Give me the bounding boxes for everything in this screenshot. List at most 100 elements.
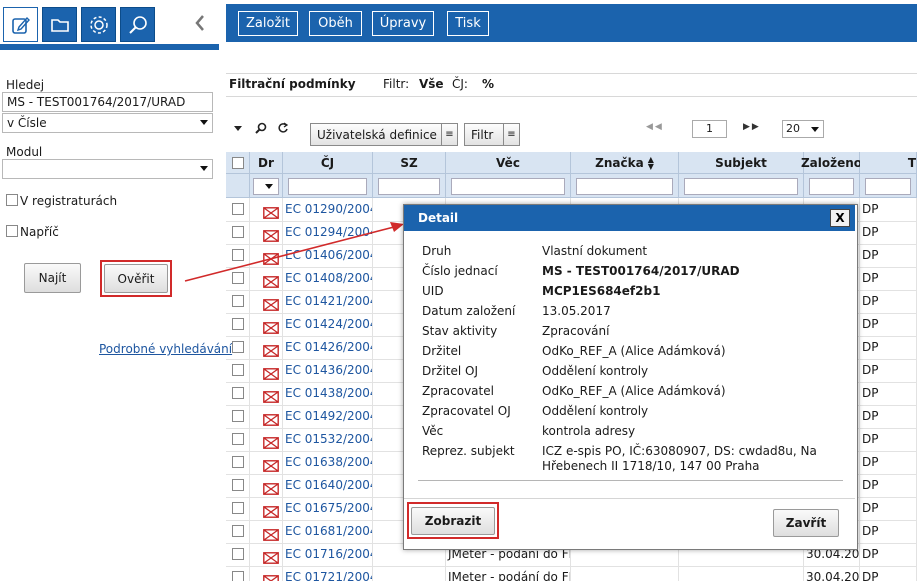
row-checkbox[interactable] (232, 571, 244, 581)
column-header-cj[interactable]: ČJ (283, 152, 373, 174)
column-header-vec[interactable]: Věc (446, 152, 571, 174)
filter-cell-sz[interactable] (373, 174, 446, 198)
column-header-znacka[interactable]: Značka ▲ ▼ (571, 152, 679, 174)
filter-cell-znacka[interactable] (571, 174, 679, 198)
filter-label: Filtr: (383, 77, 410, 91)
filter-cell-dr[interactable] (250, 174, 283, 198)
cell-cj[interactable]: EC 01421/2004 (283, 290, 373, 313)
row-checkbox[interactable] (232, 525, 244, 537)
cell-t: DP (860, 359, 917, 382)
row-checkbox[interactable] (232, 318, 244, 330)
row-checkbox[interactable] (232, 433, 244, 445)
search-input[interactable]: MS - TEST001764/2017/URAD (2, 92, 213, 112)
close-button[interactable]: Zavřít (773, 509, 839, 537)
folder-icon[interactable] (42, 7, 77, 42)
row-checkbox[interactable] (232, 548, 244, 560)
column-header-dr[interactable]: Dr (250, 152, 283, 174)
cell-cj[interactable]: EC 01721/2004 (283, 566, 373, 581)
print-button[interactable]: Tisk (447, 11, 489, 36)
filter-button[interactable]: Filtr ≡ (464, 123, 520, 146)
filter-input-subjekt[interactable] (684, 178, 798, 195)
doc-type-cell (250, 336, 283, 359)
row-checkbox[interactable] (232, 341, 244, 353)
detail-label: Druh (422, 244, 452, 258)
detail-value: OdKo_REF_A (Alice Adámková) (542, 384, 726, 398)
page-input[interactable]: 1 (692, 120, 727, 138)
select-all-checkbox[interactable] (231, 156, 244, 169)
filter-input-sz[interactable] (378, 178, 440, 195)
mail-icon (263, 319, 279, 334)
filter-cell-t[interactable] (860, 174, 917, 198)
cell-cj[interactable]: EC 01438/2004 (283, 382, 373, 405)
mail-icon (263, 296, 279, 311)
filter-select-dr[interactable] (253, 178, 279, 195)
cell-cj[interactable]: EC 01681/2004 (283, 520, 373, 543)
first-page-icon[interactable]: ◀◀ (646, 122, 664, 132)
close-icon[interactable]: X (830, 209, 850, 227)
show-button[interactable]: Zobrazit (411, 507, 495, 535)
find-button[interactable]: Najít (24, 263, 81, 293)
refresh-icon[interactable] (276, 121, 290, 135)
cell-cj[interactable]: EC 01424/2004 (283, 313, 373, 336)
edit-document-icon[interactable] (3, 7, 38, 42)
column-header-subjekt[interactable]: Subjekt (679, 152, 804, 174)
column-header-sz[interactable]: SZ (373, 152, 446, 174)
filter-cell-vec[interactable] (446, 174, 571, 198)
user-definition-button[interactable]: Uživatelská definice ≡ (310, 123, 458, 146)
row-checkbox[interactable] (232, 295, 244, 307)
chevron-down-icon (200, 166, 208, 171)
row-checkbox[interactable] (232, 502, 244, 514)
row-checkbox[interactable] (232, 456, 244, 468)
mail-icon (263, 434, 279, 449)
filter-cell-zalozeno[interactable] (804, 174, 860, 198)
chevron-down-icon (265, 184, 273, 189)
search-icon[interactable] (254, 121, 268, 135)
create-button[interactable]: Založit (238, 11, 298, 36)
search-icon[interactable] (120, 7, 155, 42)
search-mode-select[interactable]: v Čísle (2, 113, 213, 133)
verify-button[interactable]: Ověřit (104, 264, 168, 293)
module-select[interactable] (2, 159, 213, 179)
detail-label: Držitel OJ (422, 364, 479, 378)
cell-t: DP (860, 267, 917, 290)
filter-input-vec[interactable] (451, 178, 565, 195)
cell-cj[interactable]: EC 01436/2004 (283, 359, 373, 382)
gear-icon[interactable] (81, 7, 116, 42)
row-checkbox[interactable] (232, 387, 244, 399)
doc-type-cell (250, 405, 283, 428)
filter-input-zalozeno[interactable] (809, 178, 854, 195)
filter-input-cj[interactable] (288, 178, 367, 195)
row-checkbox[interactable] (232, 479, 244, 491)
filter-cell-subjekt[interactable] (679, 174, 804, 198)
cell-cj[interactable]: EC 01532/2004 (283, 428, 373, 451)
row-checkbox[interactable] (232, 410, 244, 422)
doc-type-cell (250, 359, 283, 382)
row-checkbox[interactable] (232, 203, 244, 215)
advanced-search-link[interactable]: Podrobné vyhledávání (99, 342, 232, 356)
filter-input-t[interactable] (865, 178, 911, 195)
chevron-left-icon[interactable] (192, 12, 208, 34)
filter-input-znacka[interactable] (576, 178, 673, 195)
edits-button[interactable]: Úpravy (372, 11, 434, 36)
column-header-zalozeno[interactable]: Založeno (801, 152, 862, 174)
cell-cj[interactable]: EC 01426/2004 (283, 336, 373, 359)
detail-value: MCP1ES684ef2b1 (542, 284, 661, 298)
last-page-icon[interactable]: ▶▶ (743, 122, 761, 132)
caret-down-icon[interactable] (232, 121, 244, 135)
cell-cj[interactable]: EC 01640/2004 (283, 474, 373, 497)
registers-checkbox[interactable] (6, 194, 18, 206)
table-row[interactable]: EC 01721/2004 JMeter - podání do FM 30.04.… (226, 566, 917, 581)
cell-cj[interactable]: EC 01675/2004 (283, 497, 373, 520)
page-size-select[interactable]: 20 (782, 120, 824, 138)
cell-t: DP (860, 221, 917, 244)
cell-cj[interactable]: EC 01638/2004 (283, 451, 373, 474)
dialog-title: Detail (418, 211, 459, 225)
cell-t: DP (860, 244, 917, 267)
cell-cj[interactable]: EC 01716/2004 (283, 543, 373, 566)
circulation-button[interactable]: Oběh (309, 11, 362, 36)
across-checkbox[interactable] (6, 225, 18, 237)
filter-cell-cj[interactable] (283, 174, 373, 198)
column-header-t[interactable]: T (860, 152, 917, 174)
cell-cj[interactable]: EC 01492/2004 (283, 405, 373, 428)
row-checkbox[interactable] (232, 364, 244, 376)
